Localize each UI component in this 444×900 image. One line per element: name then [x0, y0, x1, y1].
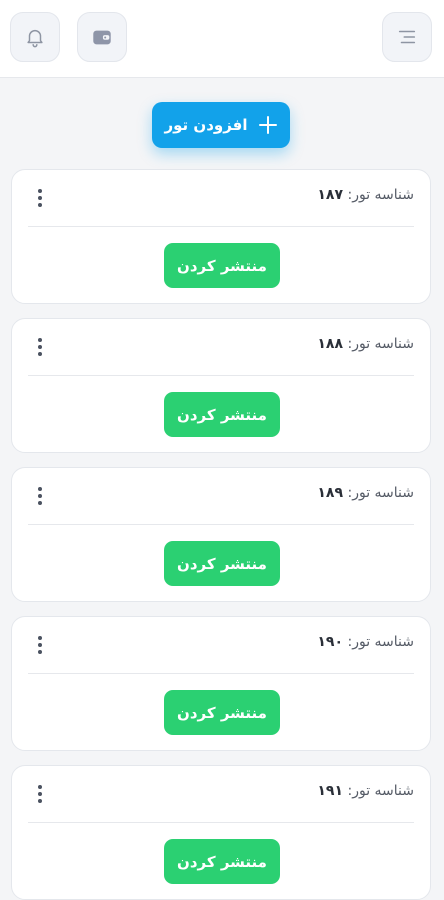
notifications-button[interactable]: [10, 12, 60, 62]
more-options-icon[interactable]: [32, 782, 48, 806]
menu-icon: [398, 30, 416, 44]
tour-id-value: ۱۹۰: [317, 634, 344, 650]
tour-id-value: ۱۹۱: [317, 783, 344, 799]
top-header: [0, 0, 444, 78]
tour-id-label: شناسه تور:: [347, 187, 414, 203]
more-options-icon[interactable]: [32, 633, 48, 657]
tour-id-text: شناسه تور: ۱۹۱: [317, 783, 414, 799]
wallet-icon: [93, 30, 111, 45]
tour-id-value: ۱۸۹: [317, 485, 344, 501]
tour-card: شناسه تور: ۱۹۰ منتشر کردن: [11, 616, 431, 751]
add-tour-label: افزودن تور: [164, 116, 248, 134]
divider: [28, 524, 414, 525]
publish-button[interactable]: منتشر کردن: [164, 243, 280, 288]
tour-card: شناسه تور: ۱۸۹ منتشر کردن: [11, 467, 431, 602]
publish-button[interactable]: منتشر کردن: [164, 392, 280, 437]
tour-id-label: شناسه تور:: [347, 485, 414, 501]
divider: [28, 375, 414, 376]
publish-button[interactable]: منتشر کردن: [164, 690, 280, 735]
tour-id-text: شناسه تور: ۱۸۹: [317, 485, 414, 501]
divider: [28, 226, 414, 227]
tour-id-label: شناسه تور:: [347, 783, 414, 799]
divider: [28, 822, 414, 823]
more-options-icon[interactable]: [32, 335, 48, 359]
more-options-icon[interactable]: [32, 186, 48, 210]
divider: [28, 673, 414, 674]
tour-card: شناسه تور: ۱۸۷ منتشر کردن: [11, 169, 431, 304]
tour-id-label: شناسه تور:: [347, 336, 414, 352]
add-tour-button[interactable]: افزودن تور: [152, 102, 290, 148]
tour-id-text: شناسه تور: ۱۹۰: [317, 634, 414, 650]
plus-icon: [258, 116, 277, 134]
publish-button[interactable]: منتشر کردن: [164, 541, 280, 586]
tour-id-text: شناسه تور: ۱۸۷: [317, 187, 414, 203]
more-options-icon[interactable]: [32, 484, 48, 508]
bell-icon: [27, 29, 43, 48]
tour-id-value: ۱۸۷: [317, 187, 344, 203]
tour-id-value: ۱۸۸: [317, 336, 344, 352]
tour-card: شناسه تور: ۱۸۸ منتشر کردن: [11, 318, 431, 453]
tour-id-label: شناسه تور:: [347, 634, 414, 650]
menu-button[interactable]: [382, 12, 432, 62]
tour-card: شناسه تور: ۱۹۱ منتشر کردن: [11, 765, 431, 900]
tour-id-text: شناسه تور: ۱۸۸: [317, 336, 414, 352]
wallet-button[interactable]: [77, 12, 127, 62]
publish-button[interactable]: منتشر کردن: [164, 839, 280, 884]
